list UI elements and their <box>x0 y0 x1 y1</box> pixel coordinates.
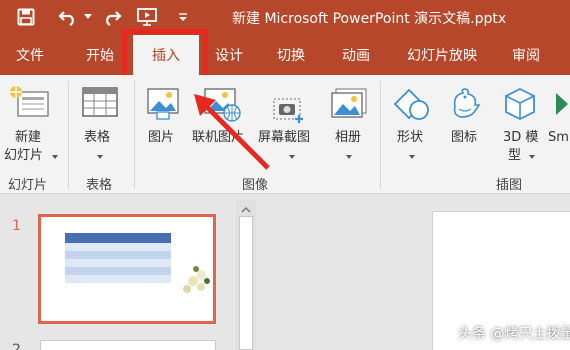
slide-thumbnail-content <box>65 233 210 293</box>
watermark: 头条 @烤只土拨鼠 <box>458 326 570 342</box>
slide-number: 2 <box>12 342 21 350</box>
slide-thumbnail-selected[interactable] <box>38 214 216 324</box>
scrollbar-thumb[interactable] <box>239 216 253 350</box>
slide-thumbnail[interactable] <box>40 340 216 350</box>
slide-number: 1 <box>12 218 21 234</box>
scroll-up-icon[interactable] <box>240 201 252 213</box>
